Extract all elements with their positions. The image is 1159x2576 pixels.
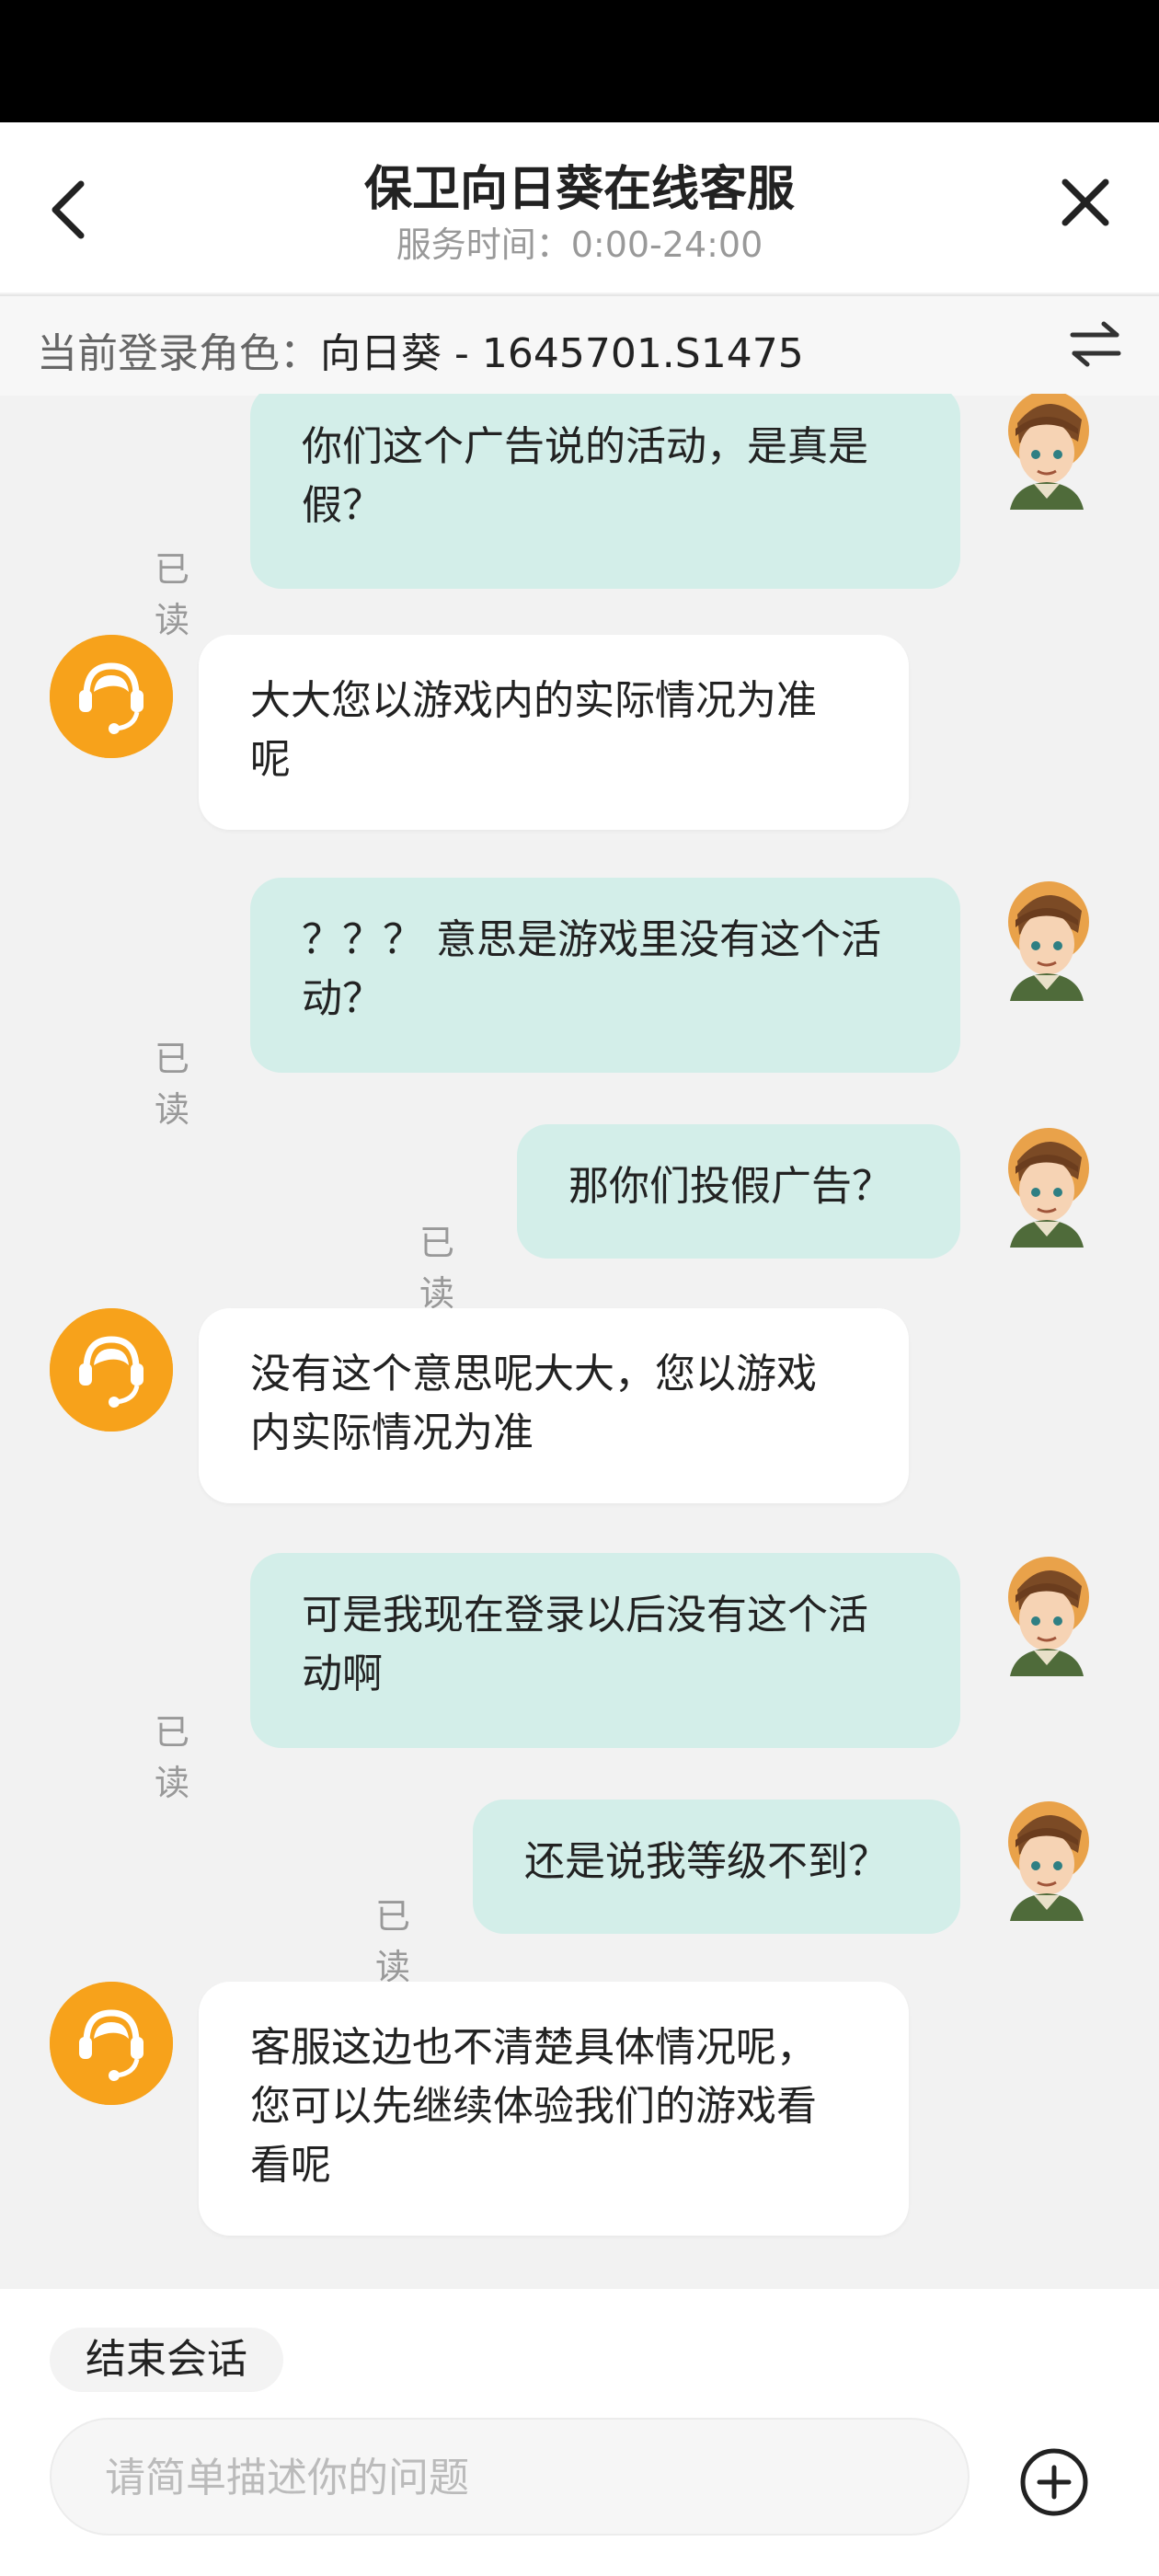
status-bar xyxy=(0,0,1159,122)
message-line: 那你们投假广告？ xyxy=(568,1163,892,1210)
message-input[interactable] xyxy=(103,2420,916,2536)
headset-support-icon xyxy=(50,1982,173,2105)
message-line: 动啊 xyxy=(302,1650,383,1697)
read-status: 已读 xyxy=(419,1223,455,1314)
close-icon[interactable] xyxy=(1056,173,1115,232)
read-status: 已读 xyxy=(155,549,190,640)
user-avatar-icon xyxy=(1008,1557,1089,1676)
read-status: 已读 xyxy=(375,1896,411,1987)
user-bubble: ？？？ 意思是游戏里没有这个活 动？ xyxy=(250,878,960,1073)
user-bubble: 你们这个广告说的活动，是真是 假？ xyxy=(250,394,960,589)
user-bubble: 可是我现在登录以后没有这个活 动啊 xyxy=(250,1553,960,1748)
chat-history[interactable]: 你们这个广告说的活动，是真是 假？ 已读 大大您以游戏内的实际情况为准 呢 ？？… xyxy=(0,394,1159,2289)
message-line: 呢 xyxy=(250,736,291,783)
message-line: 你们这个广告说的活动，是真是 xyxy=(302,423,868,470)
role-bar: 当前登录角色：向日葵 - 1645701.S1475 xyxy=(0,294,1159,396)
message-line: 动？ xyxy=(302,975,383,1022)
message-line: 没有这个意思呢大大，您以游戏 xyxy=(250,1351,817,1397)
message-input-container[interactable] xyxy=(50,2418,970,2536)
read-status: 已读 xyxy=(155,1039,190,1130)
agent-bubble: 大大您以游戏内的实际情况为准 呢 xyxy=(199,635,909,830)
message-line: 还是说我等级不到？ xyxy=(524,1838,889,1885)
agent-bubble: 客服这边也不清楚具体情况呢， 您可以先继续体验我们的游戏看 看呢 xyxy=(199,1982,909,2236)
role-label: 当前登录角色： xyxy=(37,330,320,377)
message-line: 假？ xyxy=(302,482,383,529)
read-status: 已读 xyxy=(155,1712,190,1803)
agent-bubble: 没有这个意思呢大大，您以游戏 内实际情况为准 xyxy=(199,1308,909,1503)
user-avatar-icon xyxy=(1008,1128,1089,1248)
user-bubble: 那你们投假广告？ xyxy=(517,1124,960,1259)
headset-support-icon xyxy=(50,635,173,758)
header: 保卫向日葵在线客服 服务时间：0:00-24:00 xyxy=(0,122,1159,293)
end-session-button[interactable]: 结束会话 xyxy=(50,2328,283,2392)
role-value: 向日葵 - 1645701.S1475 xyxy=(320,330,804,377)
swap-arrows-icon[interactable] xyxy=(1067,316,1124,372)
message-line: 您可以先继续体验我们的游戏看 xyxy=(250,2083,817,2130)
user-avatar-icon xyxy=(1008,394,1089,510)
headset-support-icon xyxy=(50,1308,173,1432)
message-line: 大大您以游戏内的实际情况为准 xyxy=(250,677,817,724)
plus-circle-icon[interactable] xyxy=(1019,2447,1089,2517)
footer: 结束会话 xyxy=(0,2289,1159,2576)
user-bubble: 还是说我等级不到？ xyxy=(473,1800,960,1934)
message-line: 看呢 xyxy=(250,2142,331,2189)
message-line: 客服这边也不清楚具体情况呢， xyxy=(250,2024,817,2071)
service-hours: 服务时间：0:00-24:00 xyxy=(396,224,763,265)
message-line: ？？？ 意思是游戏里没有这个活 xyxy=(302,916,881,963)
current-role: 当前登录角色：向日葵 - 1645701.S1475 xyxy=(37,320,804,379)
message-line: 内实际情况为准 xyxy=(250,1409,534,1456)
page-title: 保卫向日葵在线客服 xyxy=(363,162,795,217)
user-avatar-icon xyxy=(1008,881,1089,1001)
user-avatar-icon xyxy=(1008,1801,1089,1921)
message-line: 可是我现在登录以后没有这个活 xyxy=(302,1592,868,1639)
